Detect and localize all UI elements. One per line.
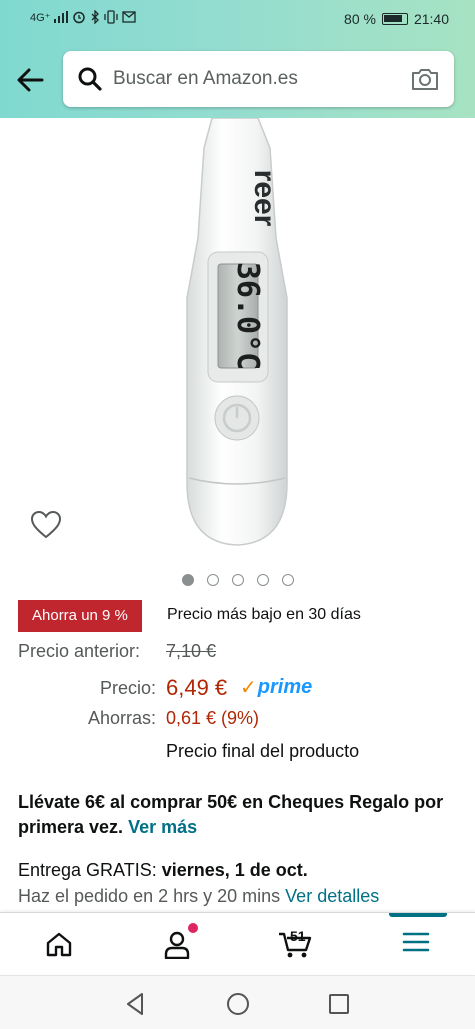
status-bar: 4G⁺ 80 % 21:40 [0,0,475,38]
pagination-dot[interactable] [206,574,219,586]
order-deadline-text: Haz el pedido en 2 hrs y 20 mins [18,886,281,906]
delivery-details-link[interactable]: Ver detalles [285,886,379,906]
wishlist-heart-icon[interactable] [30,510,62,540]
pagination-dot[interactable] [231,574,244,586]
order-deadline: Haz el pedido en 2 hrs y 20 mins Ver det… [18,886,379,907]
pagination-dot[interactable] [281,574,294,586]
prime-badge: ✓ prime [240,674,312,700]
delivery-info: Entrega GRATIS: viernes, 1 de oct. [18,860,308,881]
image-pagination [0,574,475,586]
prime-check-icon: ✓ [240,676,257,699]
menu-icon [402,932,430,952]
back-arrow-icon[interactable] [12,62,48,98]
status-icons-left: 4G⁺ [30,10,137,24]
system-home-icon[interactable] [224,990,252,1018]
brand-logo: reer [248,170,281,227]
delivery-prefix: Entrega GRATIS: [18,860,157,880]
battery-percent: 80 % [344,11,376,27]
nav-account[interactable] [118,913,236,975]
savings-value: 0,61 € (9%) [166,708,260,728]
pagination-dot[interactable] [181,574,194,586]
header-bar: 4G⁺ 80 % 21:40 [0,0,475,118]
delivery-date: viernes, 1 de oct. [161,860,308,880]
home-icon [46,932,72,957]
promo-text: Llévate 6€ al comprar 50€ en Cheques Reg… [18,792,444,837]
network-indicator: 4G⁺ [30,11,51,24]
promo-link[interactable]: Ver más [128,817,197,837]
product-image[interactable]: reer 36.0°C [0,118,475,563]
camera-icon[interactable] [410,66,440,92]
final-price-note: Precio final del producto [166,741,360,761]
promo-message: Llévate 6€ al comprar 50€ en Cheques Reg… [18,790,458,840]
search-input[interactable] [113,63,393,95]
notification-dot [188,923,198,933]
nav-menu[interactable] [357,913,475,975]
previous-price-label: Precio anterior: [18,641,141,661]
previous-price-value: 7,10 € [166,641,217,661]
pagination-dot[interactable] [256,574,269,586]
bottom-navigation: 51 [0,912,475,974]
nav-home[interactable] [0,913,118,975]
cart-count: 51 [290,928,306,944]
deal-note: Precio más bajo en 30 días [167,606,361,623]
clock: 21:40 [413,11,449,27]
alarm-icon [73,11,86,24]
bluetooth-icon [92,10,100,24]
system-back-icon[interactable] [122,990,150,1018]
account-icon [164,931,190,959]
price-value: 6,49 € [166,675,228,700]
mail-icon [122,11,137,23]
system-navigation-bar [0,975,475,1029]
nav-cart[interactable] [236,913,354,975]
thermometer-image: reer 36.0°C [186,118,288,546]
search-box[interactable] [63,51,454,107]
system-recents-icon[interactable] [325,990,353,1018]
lcd-reading: 36.0°C [230,262,265,370]
deal-badge: Ahorra un 9 % [18,600,142,632]
status-icons-right: 80 % 21:40 [344,11,449,27]
prime-wordmark: prime [257,675,313,698]
signal-icon [54,11,69,23]
battery-icon [381,13,408,25]
price-label: Precio: [99,678,156,698]
savings-label: Ahorras: [87,708,156,728]
vibrate-icon [104,10,119,24]
search-icon [78,67,102,91]
